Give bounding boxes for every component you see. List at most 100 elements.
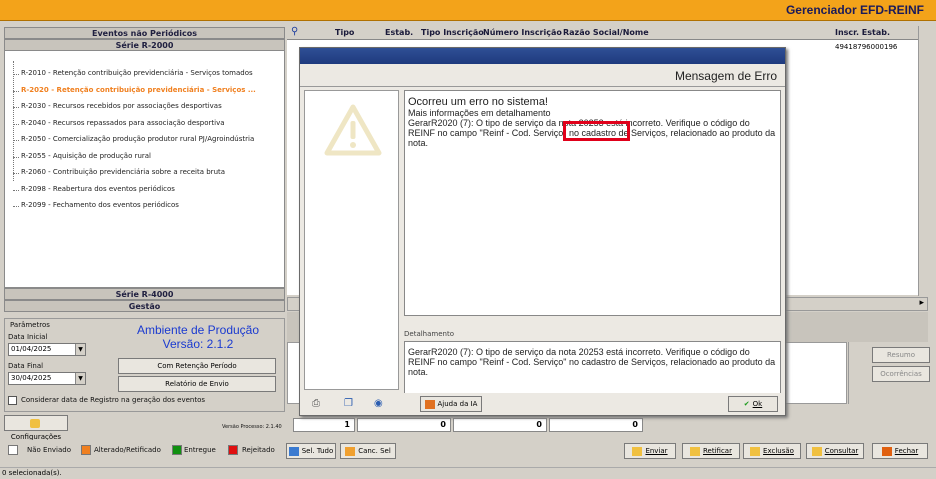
copy-icon[interactable]: ❐: [344, 398, 353, 409]
consultar-button[interactable]: Consultar: [806, 443, 864, 459]
registro-checkbox-label: Considerar data de Registro na geração d…: [21, 396, 206, 404]
configuracoes-button[interactable]: Configurações: [4, 415, 68, 441]
chevron-down-icon[interactable]: ▼: [75, 344, 85, 355]
counter-2: 0: [357, 418, 451, 432]
detail-scrollbar[interactable]: [848, 342, 860, 404]
tree-connector: [13, 173, 19, 174]
resumo-button[interactable]: Resumo: [872, 347, 930, 363]
check-icon: ✔: [743, 400, 750, 408]
tree-connector: [13, 189, 19, 191]
highlight-box: [563, 121, 630, 141]
legend-swatch: [81, 445, 91, 455]
canc-sel-button[interactable]: Canc. Sel: [340, 443, 396, 459]
header-gestao[interactable]: Gestão: [4, 300, 285, 312]
ocorrencias-button[interactable]: Ocorrências: [872, 366, 930, 382]
tree-connector: [13, 123, 19, 125]
tree-item-r2030[interactable]: R-2030 - Recursos recebidos por associaç…: [21, 102, 222, 110]
versao-label: Versão: 2.1.2: [162, 337, 234, 351]
print-icon[interactable]: ⎙: [312, 398, 320, 409]
consultar-label: Consultar: [824, 447, 859, 455]
tree-item-r2099[interactable]: R-2099 - Fechamento dos eventos periódic…: [21, 201, 179, 209]
legend-label: Alterado/Retificado: [94, 446, 161, 454]
tree-connector: [13, 206, 19, 207]
retificar-button[interactable]: Retificar: [682, 443, 740, 459]
error-dialog: Mensagem de Erro Ocorreu um erro no sist…: [299, 47, 786, 416]
dialog-caption-bar[interactable]: [300, 48, 785, 64]
warning-icon: [324, 104, 382, 156]
fechar-button[interactable]: Fechar: [872, 443, 928, 459]
consult-icon: [811, 446, 822, 456]
registro-checkbox[interactable]: [8, 396, 17, 405]
ok-label: Ok: [752, 400, 763, 408]
legend-label: Entregue: [184, 446, 216, 454]
app-title: Gerenciador EFD-REINF: [785, 3, 924, 17]
tree-item-r2040[interactable]: R-2040 - Recursos repassados para associ…: [21, 119, 225, 127]
legend-label: Não Enviado: [27, 446, 71, 454]
sel-tudo-label: Sel. Tudo: [301, 447, 334, 455]
col-tipo-inscricao[interactable]: Tipo Inscrição: [421, 28, 484, 37]
ambiente-info: Ambiente de Produção Versão: 2.1.2: [118, 323, 278, 355]
enviar-button[interactable]: Enviar: [624, 443, 676, 459]
col-tipo[interactable]: Tipo: [335, 28, 354, 37]
canc-sel-label: Canc. Sel: [358, 447, 391, 455]
ajuda-ia-button[interactable]: Ajuda da IA: [420, 396, 482, 412]
dialog-title-bar: Mensagem de Erro: [300, 65, 785, 87]
data-inicial-field[interactable]: 01/04/2025 ▼: [8, 343, 86, 356]
header-serie-r4000[interactable]: Série R-4000: [4, 288, 285, 300]
relatorio-envio-button[interactable]: Relatório de Envio: [118, 376, 276, 392]
dialog-footer: ⎙ ❐ ◉ Ajuda da IA ✔ Ok: [300, 393, 785, 415]
search-icon[interactable]: ⚲: [291, 26, 298, 37]
tree-item-r2098[interactable]: R-2098 - Reabertura dos eventos periódic…: [21, 185, 175, 193]
retificar-label: Retificar: [703, 447, 732, 455]
legend-swatch: [228, 445, 238, 455]
sel-tudo-button[interactable]: Sel. Tudo: [286, 443, 336, 459]
counter-1: 1: [293, 418, 355, 432]
warning-panel: [304, 90, 399, 390]
col-razao-social[interactable]: Razão Social/Nome: [563, 28, 649, 37]
counter-4: 0: [549, 418, 643, 432]
data-inicial-label: Data Inicial: [8, 333, 48, 341]
header-eventos-nao-periodicos[interactable]: Eventos não Periódicos: [4, 27, 285, 39]
grid-header: ⚲ Tipo Estab. Tipo Inscrição Número Insc…: [287, 26, 928, 40]
parametros-label: Parâmetros: [10, 321, 50, 329]
col-estab[interactable]: Estab.: [385, 28, 413, 37]
cancel-selection-icon: [345, 446, 356, 456]
legend-swatch: [172, 445, 182, 455]
tree-item-r2060[interactable]: R-2060 - Contribuição previdenciária sob…: [21, 168, 225, 176]
exclusao-button[interactable]: Exclusão: [743, 443, 801, 459]
data-inicial-value: 01/04/2025: [11, 345, 52, 353]
tree-line: [13, 61, 14, 181]
gear-icon: [29, 418, 40, 428]
edit-icon: [690, 446, 700, 456]
tree-item-r2020[interactable]: R-2020 - Retenção contribuição previdenc…: [21, 86, 256, 94]
status-bar: 0 selecionada(s).: [0, 467, 936, 479]
grid-scrollbar[interactable]: [918, 26, 928, 296]
enviar-label: Enviar: [645, 447, 668, 455]
tree-connector: [13, 90, 19, 92]
dialog-title: Mensagem de Erro: [674, 69, 777, 83]
tree-connector: [13, 140, 19, 141]
legend-label: Rejeitado: [242, 446, 275, 454]
error-headline: Ocorreu um erro no sistema!: [408, 96, 548, 108]
ok-button[interactable]: ✔ Ok: [728, 396, 778, 412]
col-inscr-estab[interactable]: Inscr. Estab.: [835, 28, 890, 37]
tree-connector: [13, 74, 19, 75]
exclusao-label: Exclusão: [763, 447, 794, 455]
select-all-icon: [288, 446, 299, 456]
chevron-down-icon[interactable]: ▼: [75, 373, 85, 384]
ajuda-ia-label: Ajuda da IA: [437, 400, 478, 408]
col-numero-inscricao[interactable]: Número Inscrição: [483, 28, 562, 37]
delete-icon: [750, 446, 761, 456]
tree-item-r2055[interactable]: R-2055 - Aquisição de produção rural: [21, 152, 151, 160]
tree-connector: [13, 107, 19, 108]
data-final-field[interactable]: 30/04/2025 ▼: [8, 372, 86, 385]
tree-item-r2010[interactable]: R-2010 - Retenção contribuição previdenc…: [21, 69, 253, 77]
chevron-right-icon[interactable]: ▸: [919, 298, 924, 308]
tree-connector: [13, 156, 19, 158]
info-icon[interactable]: ◉: [374, 398, 383, 409]
ambiente-label: Ambiente de Produção: [136, 323, 260, 337]
tree-item-r2050[interactable]: R-2050 - Comercialização produção produt…: [21, 135, 254, 143]
com-retencao-periodo-button[interactable]: Com Retenção Período: [118, 358, 276, 374]
data-final-label: Data Final: [8, 362, 44, 370]
event-tree: R-2010 - Retenção contribuição previdenc…: [4, 50, 285, 288]
